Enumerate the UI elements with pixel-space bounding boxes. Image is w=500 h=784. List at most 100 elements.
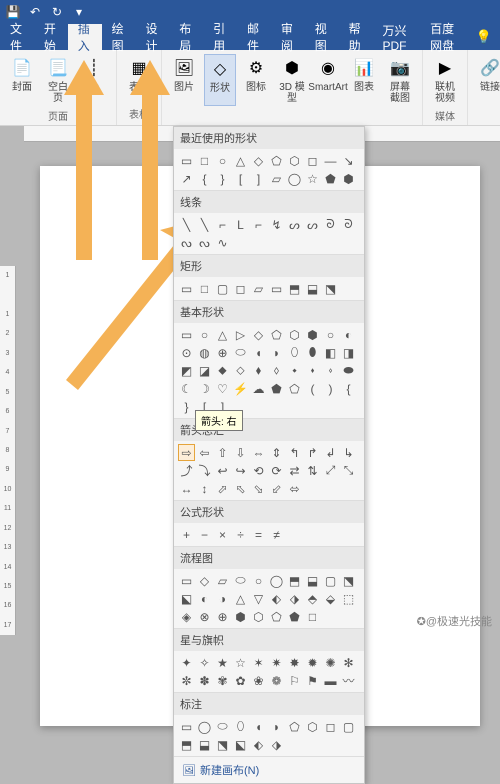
shape-item[interactable]: ⬮ bbox=[304, 344, 321, 361]
shape-item[interactable]: ▢ bbox=[214, 280, 231, 297]
shape-item[interactable]: ⬓ bbox=[304, 572, 321, 589]
shape-item[interactable]: ✽ bbox=[196, 672, 213, 689]
shape-item[interactable]: ▱ bbox=[250, 280, 267, 297]
shape-item[interactable]: ☆ bbox=[304, 170, 321, 187]
shape-item[interactable]: ✺ bbox=[322, 654, 339, 671]
shape-item[interactable]: ✧ bbox=[196, 654, 213, 671]
shape-item[interactable]: ❀ bbox=[250, 672, 267, 689]
shape-item[interactable]: ⬖ bbox=[268, 590, 285, 607]
shape-item[interactable]: ⟳ bbox=[268, 462, 285, 479]
shape-item[interactable]: ✶ bbox=[250, 654, 267, 671]
shape-item[interactable]: ◻ bbox=[232, 280, 249, 297]
shape-item[interactable]: ★ bbox=[214, 654, 231, 671]
shape-item[interactable]: ⬢ bbox=[232, 608, 249, 625]
shape-item[interactable]: ⚑ bbox=[304, 672, 321, 689]
shape-item[interactable]: ◨ bbox=[340, 344, 357, 361]
shape-item[interactable]: ÷ bbox=[232, 526, 249, 543]
shape-item[interactable]: ❁ bbox=[268, 672, 285, 689]
shape-item[interactable]: ◇ bbox=[250, 152, 267, 169]
shape-item[interactable]: ⬔ bbox=[214, 736, 231, 753]
shape-item[interactable]: ⬟ bbox=[286, 608, 303, 625]
shape-item[interactable]: ◪ bbox=[196, 362, 213, 379]
shape-item[interactable]: − bbox=[196, 526, 213, 543]
shape-item[interactable]: ⬙ bbox=[322, 590, 339, 607]
shape-item[interactable]: ♡ bbox=[214, 380, 231, 397]
shape-item[interactable]: ⬖ bbox=[250, 736, 267, 753]
shape-item[interactable]: ↳ bbox=[340, 444, 357, 461]
shape-item[interactable]: ◐ bbox=[196, 590, 213, 607]
shape-item[interactable]: ✸ bbox=[286, 654, 303, 671]
shape-item[interactable]: ↲ bbox=[322, 444, 339, 461]
shape-item[interactable]: ◻ bbox=[304, 152, 321, 169]
shape-item[interactable]: ⬠ bbox=[286, 718, 303, 735]
shape-item[interactable]: ᔓ bbox=[196, 234, 213, 251]
icons-button[interactable]: ⚙图标 bbox=[240, 54, 272, 106]
shape-item[interactable]: ⇦ bbox=[196, 444, 213, 461]
shape-item[interactable]: ⬔ bbox=[340, 572, 357, 589]
online-video-button[interactable]: ▶联机视频 bbox=[429, 54, 461, 106]
shape-item[interactable]: ⬗ bbox=[286, 590, 303, 607]
shape-item[interactable]: ⬠ bbox=[268, 152, 285, 169]
shape-item[interactable]: ⬢ bbox=[340, 170, 357, 187]
shape-item[interactable]: ✼ bbox=[178, 672, 195, 689]
shape-item[interactable]: [ bbox=[232, 170, 249, 187]
shape-item[interactable]: ⬗ bbox=[268, 736, 285, 753]
shape-item[interactable]: ▭ bbox=[178, 718, 195, 735]
shape-item[interactable]: ○ bbox=[250, 572, 267, 589]
shape-item[interactable]: ☾ bbox=[178, 380, 195, 397]
shape-item[interactable]: ↗ bbox=[178, 170, 195, 187]
shape-item[interactable]: ⬭ bbox=[232, 572, 249, 589]
shape-item[interactable]: ◇ bbox=[250, 326, 267, 343]
shape-item[interactable]: ⬘ bbox=[304, 590, 321, 607]
3d-models-button[interactable]: ⬢3D 模型 bbox=[276, 54, 308, 106]
tab-视图[interactable]: 视图 bbox=[305, 24, 339, 50]
shape-item[interactable]: ▽ bbox=[250, 590, 267, 607]
shape-item[interactable]: ⇄ bbox=[286, 462, 303, 479]
shape-item[interactable]: ( bbox=[304, 380, 321, 397]
shape-item[interactable]: ◖ bbox=[250, 718, 267, 735]
shape-item[interactable]: ∿ bbox=[214, 234, 231, 251]
shape-item[interactable]: ↩ bbox=[214, 462, 231, 479]
shape-item[interactable]: ◍ bbox=[196, 344, 213, 361]
shape-item[interactable]: ⇔ bbox=[250, 444, 267, 461]
shape-item[interactable]: ▢ bbox=[322, 572, 339, 589]
shape-item[interactable]: △ bbox=[232, 152, 249, 169]
shape-item[interactable]: ✿ bbox=[232, 672, 249, 689]
tab-万兴PDF[interactable]: 万兴PDF bbox=[372, 24, 420, 50]
shape-item[interactable]: 〰 bbox=[340, 672, 357, 689]
shape-item[interactable]: ▭ bbox=[268, 280, 285, 297]
shape-item[interactable]: ⚡ bbox=[232, 380, 249, 397]
shape-item[interactable]: ◗ bbox=[268, 718, 285, 735]
shape-item[interactable]: ⚐ bbox=[286, 672, 303, 689]
shape-item[interactable]: ⌐ bbox=[214, 216, 231, 233]
shape-item[interactable]: ◖ bbox=[250, 344, 267, 361]
shape-item[interactable]: ⇕ bbox=[268, 444, 285, 461]
shape-item[interactable]: ⬠ bbox=[286, 380, 303, 397]
shape-item[interactable]: ▭ bbox=[178, 280, 195, 297]
shape-item[interactable]: ▭ bbox=[178, 572, 195, 589]
shape-item[interactable]: ) bbox=[322, 380, 339, 397]
tab-百度网盘[interactable]: 百度网盘 bbox=[420, 24, 468, 50]
tab-审阅[interactable]: 审阅 bbox=[271, 24, 305, 50]
shape-item[interactable]: ◑ bbox=[214, 590, 231, 607]
shape-item[interactable]: ↯ bbox=[268, 216, 285, 233]
shape-item[interactable]: ⟲ bbox=[250, 462, 267, 479]
shape-item[interactable]: ⬡ bbox=[286, 326, 303, 343]
screenshot-button[interactable]: 📷屏幕截图 bbox=[384, 54, 416, 106]
shape-item[interactable]: ] bbox=[250, 170, 267, 187]
shape-item[interactable]: ᘐ bbox=[340, 216, 357, 233]
shape-item[interactable]: ⬒ bbox=[178, 736, 195, 753]
shape-item[interactable]: ⇅ bbox=[304, 462, 321, 479]
link-button[interactable]: 🔗链接 bbox=[474, 54, 500, 95]
shape-item[interactable]: ⬁ bbox=[232, 480, 249, 497]
shape-item[interactable]: ⤢ bbox=[322, 462, 339, 479]
shape-item[interactable]: ᔓ bbox=[178, 234, 195, 251]
shape-item[interactable]: ᔕ bbox=[304, 216, 321, 233]
shape-item[interactable]: ▱ bbox=[268, 170, 285, 187]
chart-button[interactable]: 📊图表 bbox=[348, 54, 380, 106]
shape-item[interactable]: ⇧ bbox=[214, 444, 231, 461]
shape-item[interactable]: ☆ bbox=[232, 654, 249, 671]
shapes-button[interactable]: ◇形状 bbox=[204, 54, 236, 106]
shape-item[interactable]: ⬯ bbox=[232, 718, 249, 735]
shape-item[interactable]: ↰ bbox=[286, 444, 303, 461]
